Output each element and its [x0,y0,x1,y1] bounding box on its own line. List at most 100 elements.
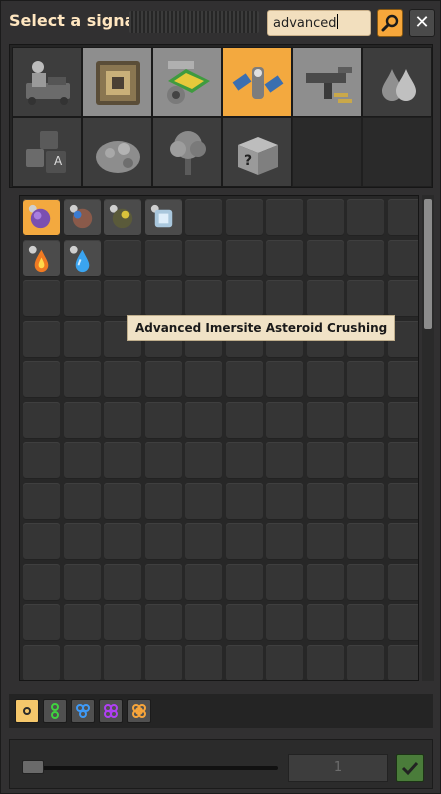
empty-signal-slot [63,482,101,520]
empty-signal-slot [347,239,384,277]
empty-signal-slot [23,482,60,520]
search-value: advanced [273,16,337,31]
tab-environment[interactable] [152,117,222,187]
empty-signal-slot [144,563,182,601]
signal-slot[interactable] [23,239,60,277]
signal-slot[interactable] [104,199,141,236]
signal-grid [19,195,419,681]
empty-signal-slot [185,523,222,560]
empty-signal-slot [225,199,263,236]
tab-combat[interactable] [292,47,362,117]
quality-epic-button[interactable] [99,699,123,723]
combat-icon [306,67,352,103]
svg-text:?: ? [244,153,252,169]
empty-signal-slot [23,563,60,601]
empty-signal-slot [23,280,60,317]
search-input[interactable]: advanced [267,10,371,36]
empty-signal-slot [306,523,344,560]
signal-slot[interactable] [63,239,101,277]
intermediate-products-icon [167,61,210,104]
empty-signal-slot [225,604,263,641]
empty-signal-slot [387,482,418,520]
tab-intermediate-products[interactable] [152,47,222,117]
empty-signal-slot [23,442,60,479]
quality-normal-button[interactable] [15,699,39,723]
quality-epic-icon [104,704,118,718]
empty-signal-slot [387,401,418,439]
quality-rare-button[interactable] [71,699,95,723]
count-input[interactable]: 1 [288,754,388,782]
drag-handle[interactable] [129,11,259,33]
empty-signal-slot [63,280,101,317]
empty-signal-slot [144,523,182,560]
tab-logistics[interactable] [12,47,82,117]
scrollbar-thumb[interactable] [424,199,432,329]
empty-signal-slot [144,280,182,317]
empty-signal-slot [266,644,303,680]
empty-signal-slot [144,401,182,439]
empty-signal-slot [144,482,182,520]
quality-legendary-icon [132,704,146,718]
confirm-button[interactable] [396,754,424,782]
empty-signal-slot [387,604,418,641]
close-button[interactable]: ✕ [409,9,435,37]
empty-signal-slot [347,280,384,317]
title-bar[interactable]: Select a signal advanced ✕ [1,1,441,43]
empty-signal-slot [185,644,222,680]
empty-signal-slot [347,442,384,479]
empty-signal-slot [387,280,418,317]
empty-signal-slot [266,280,303,317]
tab-space[interactable] [222,47,292,117]
grid-scrollbar[interactable] [422,195,434,681]
empty-signal-slot [347,523,384,560]
empty-signal-slot [387,644,418,680]
logistics-icon [26,61,70,105]
carbonic-asteroid-crushing-icon [109,204,133,229]
empty-signal-slot [306,644,344,680]
empty-signal-slot [23,604,60,641]
tab-fluids[interactable] [362,47,432,117]
tab-enemies[interactable] [82,117,152,187]
unsorted-icon: ? [238,137,278,175]
empty-signal-slot [387,239,418,277]
empty-signal-slot [144,239,182,277]
empty-signal-slot [63,523,101,560]
empty-signal-slot [306,604,344,641]
empty-signal-slot [266,361,303,398]
tab-unsorted[interactable]: ? [222,117,292,187]
empty-signal-slot [144,604,182,641]
empty-signal-slot [63,401,101,439]
signal-slot[interactable] [144,199,182,236]
signal-slot[interactable] [23,199,60,236]
empty-signal-slot [63,644,101,680]
empty-signal-slot [306,563,344,601]
empty-signal-slot [23,644,60,680]
empty-signal-slot [225,482,263,520]
empty-signal-slot [266,401,303,439]
empty-signal-slot [23,361,60,398]
count-panel: 1 [9,739,433,789]
empty-signal-slot [266,199,303,236]
empty-signal-slot [23,523,60,560]
tab-signals[interactable]: A [12,117,82,187]
checkmark-icon [401,761,419,776]
search-button[interactable] [377,9,403,37]
empty-signal-slot [347,361,384,398]
empty-signal-slot [185,361,222,398]
empty-signal-slot [225,523,263,560]
empty-signal-slot [104,442,141,479]
empty-signal-slot [185,401,222,439]
quality-legendary-button[interactable] [127,699,151,723]
tab-production[interactable] [82,47,152,117]
count-slider-handle[interactable] [22,760,44,774]
signal-group-tabs: A ? [9,44,433,188]
quality-uncommon-button[interactable] [43,699,67,723]
empty-signal-slot [104,401,141,439]
empty-signal-slot [104,523,141,560]
count-slider[interactable] [22,766,278,770]
empty-signal-slot [266,563,303,601]
empty-signal-slot [104,644,141,680]
close-icon: ✕ [414,12,430,33]
empty-signal-slot [387,361,418,398]
signal-slot[interactable] [63,199,101,236]
